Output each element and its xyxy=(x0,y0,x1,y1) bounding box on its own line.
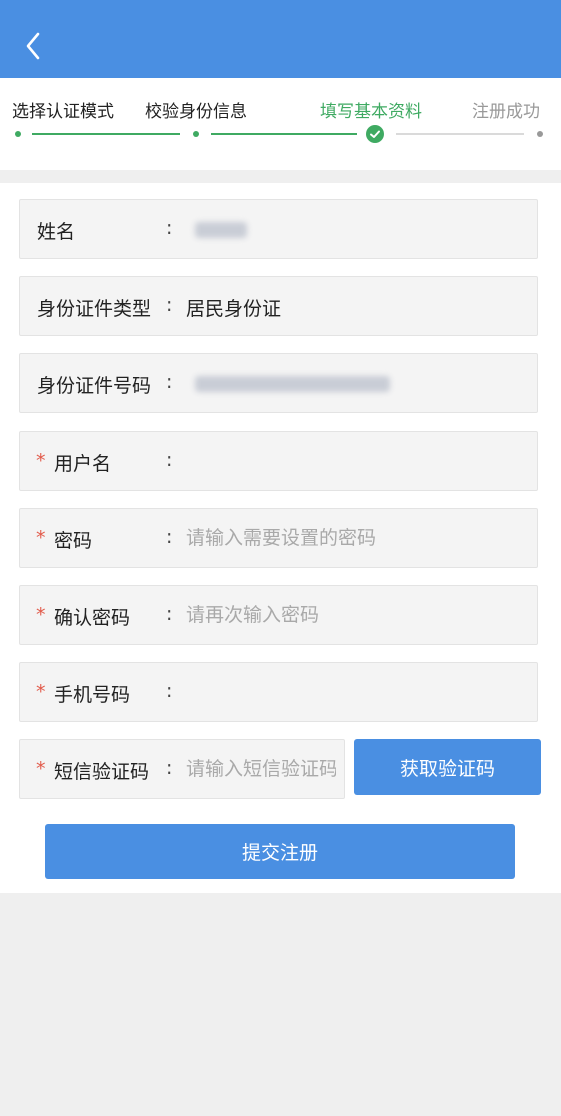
name-field: 姓名 : xyxy=(19,199,538,259)
sms-code-field[interactable]: * 短信验证码 : xyxy=(19,739,345,799)
username-colon: : xyxy=(166,449,173,471)
step-line-1 xyxy=(32,133,180,135)
phone-input[interactable] xyxy=(186,675,526,709)
phone-field[interactable]: * 手机号码 : xyxy=(19,662,538,722)
step-dot-4 xyxy=(537,131,543,137)
username-input[interactable] xyxy=(186,444,526,478)
step-dot-2 xyxy=(193,131,199,137)
app-header xyxy=(0,0,561,78)
id-type-colon: : xyxy=(166,294,173,316)
get-code-button[interactable]: 获取验证码 xyxy=(354,739,541,795)
submit-button[interactable]: 提交注册 xyxy=(45,824,515,879)
required-mark: * xyxy=(36,681,46,703)
confirm-password-field[interactable]: * 确认密码 : xyxy=(19,585,538,645)
id-number-colon: : xyxy=(166,371,173,393)
confirm-password-colon: : xyxy=(166,603,173,625)
step-label-2: 校验身份信息 xyxy=(145,102,247,122)
phone-label: 手机号码 xyxy=(54,684,131,706)
required-mark: * xyxy=(36,527,46,549)
password-label: 密码 xyxy=(54,530,93,552)
password-input[interactable] xyxy=(186,521,526,555)
step-line-2 xyxy=(211,133,357,135)
step-check-icon xyxy=(366,125,384,143)
step-dot-1 xyxy=(15,131,21,137)
username-label: 用户名 xyxy=(54,453,112,475)
required-mark: * xyxy=(36,450,46,472)
step-line-3 xyxy=(396,133,524,135)
id-number-field: 身份证件号码 : xyxy=(19,353,538,413)
id-type-value: 居民身份证 xyxy=(186,298,282,320)
chevron-left-icon xyxy=(26,32,40,60)
sms-code-input[interactable] xyxy=(186,752,336,786)
password-field[interactable]: * 密码 : xyxy=(19,508,538,568)
id-type-label: 身份证件类型 xyxy=(37,298,152,320)
sms-code-colon: : xyxy=(166,757,173,779)
required-mark: * xyxy=(36,604,46,626)
step-progress: 选择认证模式 校验身份信息 填写基本资料 注册成功 xyxy=(0,78,561,170)
id-number-value-redacted xyxy=(195,376,390,392)
name-value-redacted xyxy=(195,222,247,238)
confirm-password-input[interactable] xyxy=(186,598,526,632)
name-colon: : xyxy=(166,217,173,239)
step-label-1: 选择认证模式 xyxy=(12,102,114,122)
id-number-label: 身份证件号码 xyxy=(37,375,152,397)
id-type-field: 身份证件类型 : 居民身份证 xyxy=(19,276,538,336)
phone-colon: : xyxy=(166,680,173,702)
registration-form: 姓名 : 身份证件类型 : 居民身份证 身份证件号码 : * 用户名 : * 密… xyxy=(0,183,561,893)
confirm-password-label: 确认密码 xyxy=(54,607,131,629)
step-label-3: 填写基本资料 xyxy=(320,102,422,122)
required-mark: * xyxy=(36,758,46,780)
back-button[interactable] xyxy=(14,26,54,66)
step-label-4: 注册成功 xyxy=(472,102,540,122)
name-label: 姓名 xyxy=(37,221,76,243)
sms-code-label: 短信验证码 xyxy=(54,761,150,783)
password-colon: : xyxy=(166,526,173,548)
username-field[interactable]: * 用户名 : xyxy=(19,431,538,491)
